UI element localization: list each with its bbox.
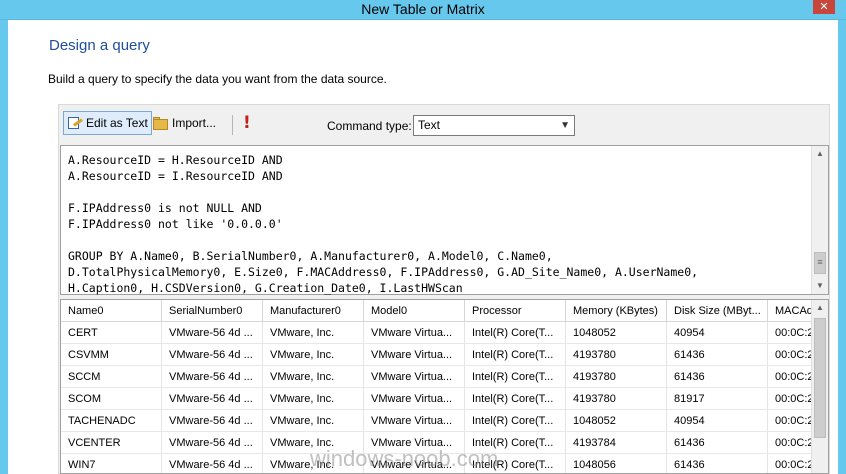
table-cell: 61436 xyxy=(667,432,768,454)
table-row[interactable]: CSVMM VMware-56 4d ... VMware, Inc. VMware … xyxy=(61,344,828,366)
dialog-body: Design a query Build a query to specify … xyxy=(8,20,838,474)
scroll-down-icon[interactable]: ▼ xyxy=(812,278,828,294)
table-cell: 4193784 xyxy=(566,432,667,454)
query-vertical-scrollbar[interactable]: ▲ ≡ ▼ xyxy=(811,146,828,294)
edit-as-text-label: Edit as Text xyxy=(86,116,148,130)
table-row[interactable]: SCOM VMware-56 4d ... VMware, Inc. VMware V… xyxy=(61,388,828,410)
table-cell: SCOM xyxy=(61,388,162,410)
table-cell: VMware Virtua... xyxy=(364,344,465,366)
watermark: windows-noob.com xyxy=(310,446,499,471)
close-icon[interactable]: ✕ xyxy=(813,0,835,14)
column-header[interactable]: Disk Size (MByt... xyxy=(667,300,768,322)
table-cell: 1048052 xyxy=(566,322,667,344)
column-header[interactable]: Name0 xyxy=(61,300,162,322)
column-header[interactable]: Memory (KBytes) xyxy=(566,300,667,322)
scroll-up-icon[interactable]: ▲ xyxy=(812,146,828,162)
table-cell: VMware, Inc. xyxy=(263,366,364,388)
table-row[interactable]: TACHENADC VMware-56 4d ... VMware, Inc. VMw… xyxy=(61,410,828,432)
table-cell: VMware-56 4d ... xyxy=(162,410,263,432)
table-cell: VMware Virtua... xyxy=(364,410,465,432)
column-header[interactable]: Processor xyxy=(465,300,566,322)
title-bar: New Table or Matrix ✕ xyxy=(0,0,846,20)
query-line: D.TotalPhysicalMemory0, E.Size0, F.MACAd… xyxy=(68,265,699,279)
table-cell: Intel(R) Core(T... xyxy=(465,322,566,344)
table-cell: 61436 xyxy=(667,344,768,366)
table-cell: CSVMM xyxy=(61,344,162,366)
table-cell: VMware, Inc. xyxy=(263,410,364,432)
column-header[interactable]: Manufacturer0 xyxy=(263,300,364,322)
query-line: A.ResourceID = H.ResourceID AND xyxy=(68,153,283,167)
table-row[interactable]: SCCM VMware-56 4d ... VMware, Inc. VMware V… xyxy=(61,366,828,388)
table-cell: VMware-56 4d ... xyxy=(162,322,263,344)
table-cell: 1048052 xyxy=(566,410,667,432)
edit-as-text-button[interactable]: Edit as Text xyxy=(63,111,152,135)
table-cell: Intel(R) Core(T... xyxy=(465,366,566,388)
column-header[interactable]: Model0 xyxy=(364,300,465,322)
table-cell: TACHENADC xyxy=(61,410,162,432)
table-cell: 4193780 xyxy=(566,388,667,410)
query-line: A.ResourceID = I.ResourceID AND xyxy=(68,169,283,183)
scroll-up-icon[interactable]: ▲ xyxy=(812,300,828,316)
table-cell: SCCM xyxy=(61,366,162,388)
table-cell: 40954 xyxy=(667,322,768,344)
table-cell: VMware Virtua... xyxy=(364,388,465,410)
table-cell: VMware, Inc. xyxy=(263,344,364,366)
query-text-editor[interactable]: A.ResourceID = H.ResourceID AND A.Resourc… xyxy=(60,145,829,295)
table-cell: Intel(R) Core(T... xyxy=(465,388,566,410)
folder-open-icon xyxy=(153,116,169,130)
table-cell: VMware Virtua... xyxy=(364,322,465,344)
table-cell: Intel(R) Core(T... xyxy=(465,410,566,432)
table-cell: VCENTER xyxy=(61,432,162,454)
scroll-thumb[interactable]: ≡ xyxy=(814,252,826,274)
table-row[interactable]: CERT VMware-56 4d ... VMware, Inc. VMware V… xyxy=(61,322,828,344)
column-header[interactable]: SerialNumber0 xyxy=(162,300,263,322)
window-title: New Table or Matrix xyxy=(361,1,485,17)
table-cell: 40954 xyxy=(667,410,768,432)
chevron-down-icon: ▼ xyxy=(560,120,570,131)
page-description: Build a query to specify the data you wa… xyxy=(48,72,387,86)
table-cell: 61436 xyxy=(667,366,768,388)
import-label: Import... xyxy=(172,116,217,130)
window-frame-left xyxy=(0,20,8,474)
exclamation-icon: ! xyxy=(243,113,251,133)
scroll-thumb[interactable] xyxy=(814,318,826,438)
table-cell: VMware-56 4d ... xyxy=(162,388,263,410)
grid-vertical-scrollbar[interactable]: ▲ xyxy=(811,300,828,473)
table-cell: 4193780 xyxy=(566,344,667,366)
query-line xyxy=(68,232,808,248)
query-line: F.IPAddress0 is not NULL AND xyxy=(68,201,262,215)
page-title: Design a query xyxy=(49,37,150,54)
edit-text-icon xyxy=(67,116,83,130)
command-type-label: Command type: xyxy=(327,119,412,133)
table-cell: VMware Virtua... xyxy=(364,366,465,388)
table-cell: VMware-56 4d ... xyxy=(162,454,263,473)
grid-header-row: Name0 SerialNumber0 Manufacturer0 Model0 Pro… xyxy=(61,300,828,322)
table-cell: VMware, Inc. xyxy=(263,322,364,344)
table-cell: WIN7 xyxy=(61,454,162,473)
query-line: GROUP BY A.Name0, B.SerialNumber0, A.Man… xyxy=(68,249,553,263)
table-cell: 81917 xyxy=(667,388,768,410)
table-cell: Intel(R) Core(T... xyxy=(465,344,566,366)
command-type-value: Text xyxy=(418,118,441,132)
query-text: A.ResourceID = H.ResourceID AND A.Resourc… xyxy=(68,152,808,296)
run-query-button[interactable]: ! xyxy=(240,111,254,135)
import-button[interactable]: Import... xyxy=(150,111,219,135)
table-cell: 1048056 xyxy=(566,454,667,473)
table-cell: CERT xyxy=(61,322,162,344)
table-cell: VMware, Inc. xyxy=(263,388,364,410)
window-frame-right xyxy=(838,20,846,474)
table-cell: 61436 xyxy=(667,454,768,473)
toolbar-separator xyxy=(232,115,233,135)
query-toolbar: Edit as Text Import... ! Command type: T… xyxy=(59,105,831,145)
query-line xyxy=(68,184,808,200)
table-cell: VMware-56 4d ... xyxy=(162,432,263,454)
table-cell: VMware-56 4d ... xyxy=(162,344,263,366)
query-line: H.Caption0, H.CSDVersion0, G.Creation_Da… xyxy=(68,281,463,295)
table-cell: VMware-56 4d ... xyxy=(162,366,263,388)
command-type-select[interactable]: Text ▼ xyxy=(413,115,575,136)
query-line: F.IPAddress0 not like '0.0.0.0' xyxy=(68,217,283,231)
table-cell: 4193780 xyxy=(566,366,667,388)
